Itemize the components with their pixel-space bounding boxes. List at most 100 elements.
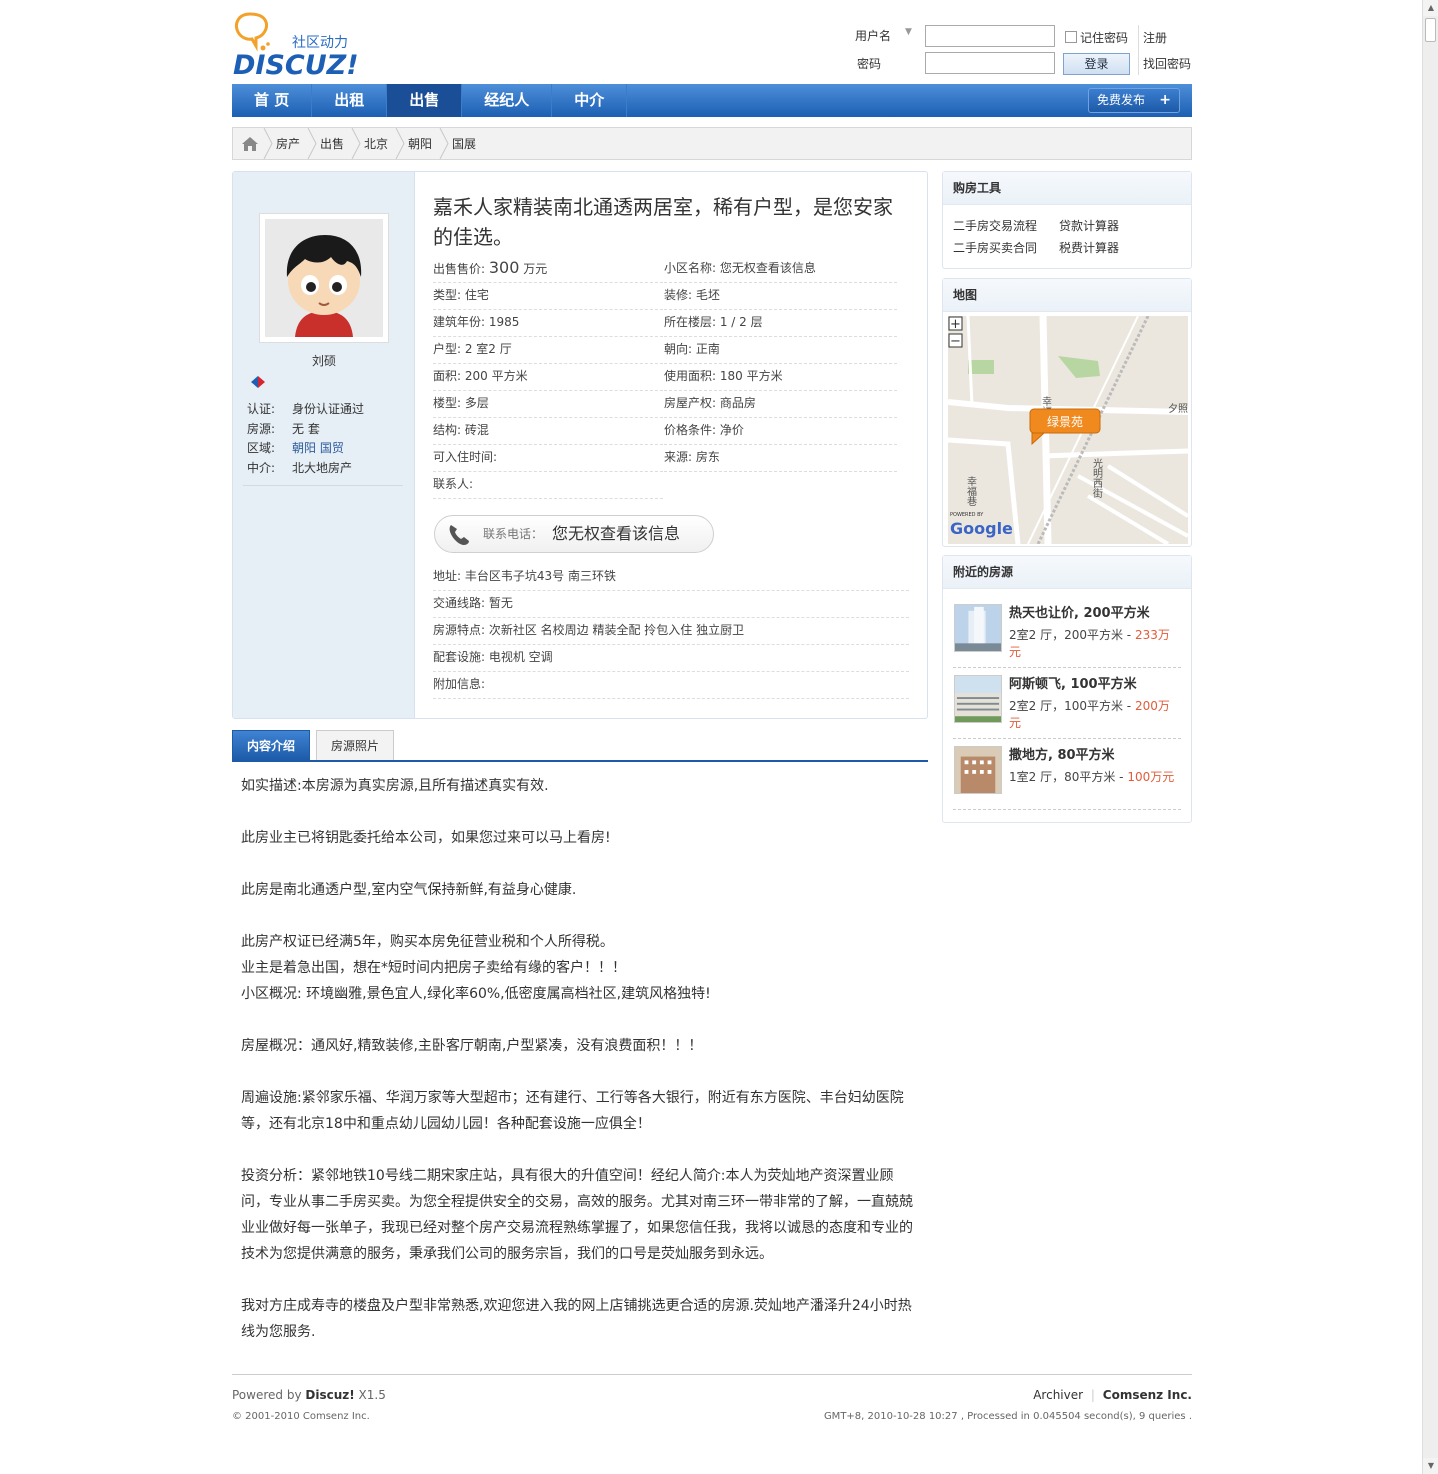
zoom-out-icon: − (950, 334, 961, 349)
free-post-button[interactable]: 免费发布 + (1088, 88, 1180, 113)
breadcrumb-item-beijing[interactable]: 北京 (364, 128, 388, 159)
tool-link-process[interactable]: 二手房交易流程 (953, 215, 1059, 237)
attr-cell: 建筑年份: 1985 (433, 310, 663, 337)
nearby-item-summary: 1室2 厅，80平方米 - (1009, 770, 1128, 784)
nearby-thumbnail[interactable] (954, 675, 1002, 723)
street-label: 夕照 (1168, 403, 1188, 415)
description-paragraph: 我对方庄成寿寺的楼盘及户型非常熟悉,欢迎您进入我的网上店铺挑选更合适的房源.荧灿… (241, 1298, 912, 1340)
nearby-item[interactable]: 撒地方, 80平方米 1室2 厅，80平方米 - 100万元 (953, 740, 1181, 810)
logo-tagline: 社区动力 (292, 35, 348, 51)
attr-cell: 结构: 砖混 (433, 418, 663, 445)
nearby-thumbnail[interactable] (954, 604, 1002, 652)
register-link[interactable]: 注册 (1143, 29, 1167, 46)
scroll-up-arrow[interactable]: ▲ (1423, 0, 1438, 16)
tool-link-loan-calc[interactable]: 贷款计算器 (1059, 215, 1165, 237)
info-value: 北大地房产 (292, 460, 353, 475)
nearby-thumbnail[interactable] (954, 746, 1002, 794)
home-icon[interactable] (241, 136, 259, 152)
post-label: 免费发布 (1097, 93, 1146, 107)
footer: Powered by Discuz! X1.5 © 2001-2010 Coms… (232, 1374, 1192, 1422)
description-paragraph (241, 1059, 921, 1085)
map-marker-label: 绿景苑 (1047, 414, 1083, 429)
attr-cell: 类型: 住宅 (433, 283, 663, 310)
powered-by-text: Powered by (232, 1388, 306, 1402)
brand-link[interactable]: Discuz! (305, 1388, 354, 1402)
nearby-item-title[interactable]: 阿斯顿飞, 100平方米 (1009, 673, 1137, 692)
description-paragraph: 业主是着急出国，想在*短时间内把房子卖给有缘的客户！！！ (241, 960, 626, 976)
zoom-in-icon: + (950, 317, 961, 332)
content-tabs: 内容介绍 房源照片 (232, 730, 928, 762)
transport-line: 交通线路: 暂无 (433, 591, 909, 618)
attr-cell: 联系人: (433, 472, 663, 499)
nearby-item-summary: 2室2 厅，200平方米 - (1009, 628, 1135, 642)
contact-phone-box[interactable]: 联系电话： 您无权查看该信息 (434, 515, 714, 553)
description-paragraph (241, 903, 921, 929)
nearby-item-title[interactable]: 撒地方, 80平方米 (1009, 744, 1115, 763)
powered-by-label: POWERED BY (950, 512, 984, 518)
facilities-line: 配套设施: 电视机 空调 (433, 645, 909, 672)
description-paragraph (241, 1137, 921, 1163)
agent-info-row: 区域: 朝阳 国贸 (247, 439, 407, 459)
avatar[interactable] (259, 213, 389, 343)
divider (243, 485, 403, 486)
nearby-item-title[interactable]: 热天也让价, 200平方米 (1009, 602, 1150, 621)
listing-title-area: 嘉禾人家精装南北通透两居室，稀有户型，是您安家的佳选。 (433, 192, 903, 252)
description-paragraph (241, 1007, 921, 1033)
description-paragraph (241, 799, 921, 825)
tool-link-tax-calc[interactable]: 税费计算器 (1059, 237, 1165, 259)
scroll-down-arrow[interactable]: ▼ (1423, 1458, 1438, 1474)
breadcrumb-item-chaoyang[interactable]: 朝阳 (408, 128, 432, 159)
breadcrumb: 房产 出售 北京 朝阳 国展 (232, 127, 1192, 160)
price-label: 出售售价: (433, 262, 486, 276)
breadcrumb-item-property[interactable]: 房产 (276, 128, 300, 159)
phone-value: 您无权查看该信息 (552, 524, 681, 543)
nav-item-home[interactable]: 首 页 (232, 84, 313, 117)
tool-link-contract[interactable]: 二手房买卖合同 (953, 237, 1059, 259)
nav-item-agency[interactable]: 中介 (552, 84, 628, 117)
description-paragraph (241, 851, 921, 877)
footer-links: Archiver | Comsenz Inc. (1033, 1388, 1192, 1402)
nav-item-agent[interactable]: 经纪人 (462, 84, 553, 117)
region-link[interactable]: 朝阳 国贸 (292, 441, 344, 455)
tab-photos[interactable]: 房源照片 (316, 730, 395, 760)
street-label: 光明西街 (1091, 457, 1103, 499)
map-box: 地图 + − 幸福 幸福巷 光明西街 夕照 绿景苑 POWERED BY Goo… (942, 278, 1192, 547)
agent-name[interactable]: 刘硕 (233, 352, 415, 369)
version-text: X1.5 (354, 1388, 386, 1402)
info-key: 区域: (247, 441, 276, 455)
features-line: 房源特点: 次新社区 名校周边 精装全配 拎包入住 独立厨卫 (433, 618, 909, 645)
agent-sidebar: 刘硕 认证: 身份认证通过 房源: 无 套 区域: 朝阳 国贸 中介: 北大地房产 (233, 172, 415, 718)
phone-icon (449, 525, 469, 545)
description-paragraph: 此房产权证已经满5年，购买本房免征营业税和个人所得税。 (241, 934, 614, 950)
breadcrumb-item-guozhan[interactable]: 国展 (452, 128, 476, 159)
username-dropdown-icon[interactable]: ▼ (905, 27, 912, 37)
nearby-item-price: 100万元 (1127, 770, 1175, 784)
description-paragraph: 小区概况: 环境幽雅,景色宜人,绿化率60%,低密度属高档社区,建筑风格独特! (241, 986, 711, 1002)
archiver-link[interactable]: Archiver (1033, 1388, 1083, 1402)
nearby-item[interactable]: 阿斯顿飞, 100平方米 2室2 厅，100平方米 - 200万元 (953, 669, 1181, 739)
discuz-logo[interactable]: 社区动力 DISCUZ! (232, 10, 372, 81)
username-input[interactable] (925, 25, 1055, 47)
tab-description[interactable]: 内容介绍 (232, 730, 311, 760)
password-input[interactable] (925, 52, 1055, 74)
map-view[interactable]: + − 幸福 幸福巷 光明西街 夕照 绿景苑 POWERED BY Google (948, 316, 1188, 544)
remember-checkbox[interactable] (1065, 31, 1077, 43)
street-label: 幸福巷 (965, 476, 977, 506)
description-paragraph: 如实描述:本房源为真实房源,且所有描述真实有效. (241, 778, 549, 794)
breadcrumb-separator (351, 128, 361, 159)
description-paragraph: 此房业主已将钥匙委托给本公司，如果您过来可以马上看房! (241, 830, 611, 846)
breadcrumb-item-sale[interactable]: 出售 (320, 128, 344, 159)
company-link[interactable]: Comsenz Inc. (1103, 1388, 1192, 1402)
nav-item-sale[interactable]: 出售 (387, 84, 463, 117)
vertical-scrollbar[interactable]: ▲ ▼ (1422, 0, 1438, 1474)
nearby-item[interactable]: 热天也让价, 200平方米 2室2 厅，200平方米 - 233万元 (953, 598, 1181, 668)
nav-item-rent[interactable]: 出租 (312, 84, 388, 117)
forgot-password-link[interactable]: 找回密码 (1143, 55, 1191, 72)
price-cell: 出售售价: 300 万元 (433, 256, 663, 283)
login-button[interactable]: 登录 (1063, 53, 1130, 75)
scroll-thumb[interactable] (1425, 18, 1436, 42)
description-paragraph: 投资分析：紧邻地铁10号线二期宋家庄站，具有很大的升值空间！经纪人简介:本人为荧… (241, 1168, 913, 1262)
logo-wordmark: DISCUZ! (233, 50, 359, 76)
breadcrumb-separator (395, 128, 405, 159)
agent-info-row: 认证: 身份认证通过 (247, 400, 407, 420)
